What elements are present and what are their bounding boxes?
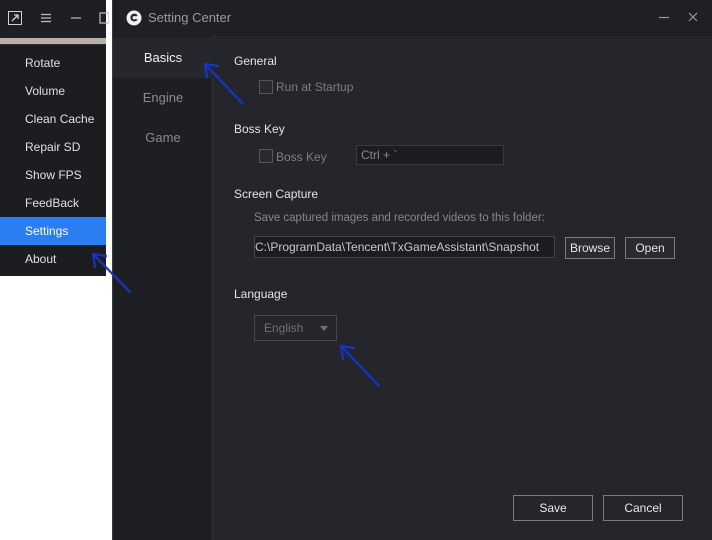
hamburger-menu-icon[interactable] [38, 10, 54, 26]
context-menu: Rotate Volume Clean Cache Repair SD Show… [0, 44, 106, 276]
close-icon[interactable] [686, 9, 700, 25]
snapshot-folder-path: C:\ProgramData\Tencent\TxGameAssistant\S… [255, 240, 540, 254]
menu-item-settings[interactable]: Settings [0, 217, 106, 245]
menu-item-rotate[interactable]: Rotate [0, 49, 106, 77]
screen-capture-heading: Screen Capture [234, 187, 319, 201]
language-heading: Language [234, 287, 288, 301]
cancel-button[interactable]: Cancel [603, 495, 683, 521]
language-select[interactable]: English [254, 315, 337, 341]
maximize-icon[interactable] [96, 10, 112, 26]
menu-item-feedback[interactable]: FeedBack [0, 189, 106, 217]
boss-key-hotkey-input[interactable]: Ctrl + ` [356, 145, 504, 165]
menu-item-about[interactable]: About [0, 245, 106, 273]
app-logo-icon [126, 10, 142, 26]
boss-key-heading: Boss Key [234, 122, 285, 136]
menu-item-volume[interactable]: Volume [0, 77, 106, 105]
tab-basics[interactable]: Basics [113, 38, 213, 78]
tab-game[interactable]: Game [113, 118, 213, 158]
snapshot-folder-input[interactable]: C:\ProgramData\Tencent\TxGameAssistant\S… [254, 236, 555, 258]
minimize-icon[interactable] [68, 10, 84, 26]
window-titlebar: Setting Center [113, 0, 712, 36]
screen-capture-hint: Save captured images and recorded videos… [254, 212, 545, 224]
tab-engine[interactable]: Engine [113, 78, 213, 118]
open-button[interactable]: Open [625, 237, 675, 259]
save-button[interactable]: Save [513, 495, 593, 521]
background-app-titlebar [0, 0, 109, 38]
run-at-startup-checkbox[interactable] [259, 80, 273, 94]
boss-key-label: Boss Key [276, 150, 327, 164]
boss-key-checkbox[interactable] [259, 149, 273, 163]
minimize-icon[interactable] [657, 9, 671, 25]
expand-icon[interactable] [8, 11, 22, 25]
language-selected-value: English [264, 321, 304, 335]
general-heading: General [234, 54, 277, 68]
run-at-startup-label: Run at Startup [276, 80, 354, 94]
chevron-down-icon [320, 326, 328, 331]
window-title: Setting Center [148, 10, 232, 25]
menu-item-repair-sd[interactable]: Repair SD [0, 133, 106, 161]
settings-sidebar: Basics Engine Game [113, 36, 213, 540]
setting-center-window: Setting Center Basics Engine Game Genera… [112, 0, 712, 540]
menu-item-show-fps[interactable]: Show FPS [0, 161, 106, 189]
browse-button[interactable]: Browse [565, 237, 615, 259]
menu-item-clean-cache[interactable]: Clean Cache [0, 105, 106, 133]
